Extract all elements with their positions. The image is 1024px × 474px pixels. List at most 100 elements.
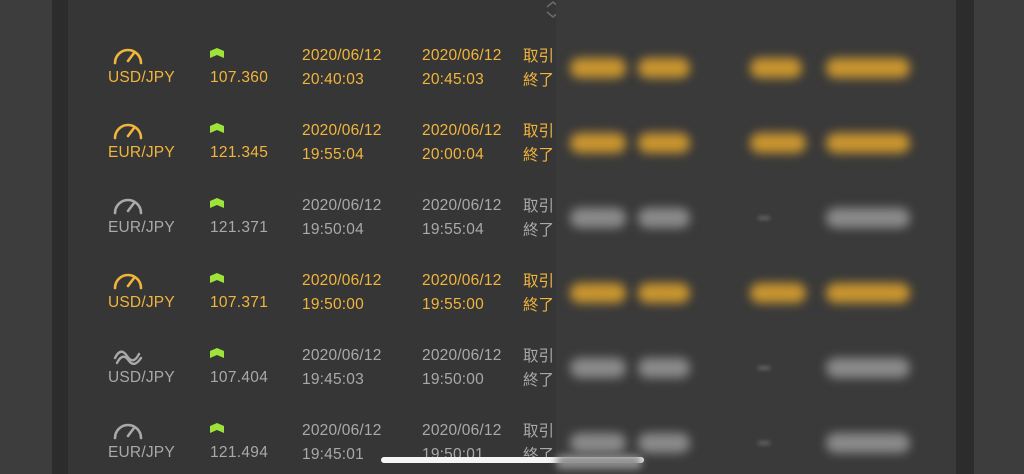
status-line: 取引: [523, 197, 555, 215]
gauge-icon: [113, 198, 143, 215]
status-line: 取引: [523, 122, 555, 140]
gauge-icon: [113, 48, 143, 65]
redacted-value: [750, 58, 802, 78]
end-date: 2020/06/12: [422, 122, 502, 139]
redacted-value: [570, 58, 626, 78]
up-arrow-icon: [210, 198, 224, 208]
start-datetime: 2020/06/12 19:45:01: [302, 419, 382, 467]
redacted-value: [826, 433, 910, 453]
redacted-value: [758, 217, 770, 219]
redacted-value: [638, 433, 690, 453]
start-date: 2020/06/12: [302, 47, 382, 64]
currency-pair: EUR/JPY: [108, 219, 175, 236]
redacted-value: [758, 442, 770, 444]
app-screen: USD/JPY 107.360 2020/06/12 20:40:03 2020…: [0, 0, 1024, 474]
end-date: 2020/06/12: [422, 47, 502, 64]
start-time: 19:50:00: [302, 296, 364, 313]
start-datetime: 2020/06/12 19:50:04: [302, 194, 382, 242]
left-margin: [0, 0, 52, 474]
trade-status: 取引 終了: [523, 44, 557, 92]
redacted-value: [758, 367, 770, 369]
up-arrow-icon: [210, 423, 224, 433]
redacted-value: [570, 358, 626, 378]
start-date: 2020/06/12: [302, 422, 382, 439]
redacted-value: [826, 208, 910, 228]
redacted-value: [826, 58, 910, 78]
end-datetime: 2020/06/12 19:55:04: [422, 194, 502, 242]
end-time: 19:50:00: [422, 371, 484, 388]
redacted-value: [750, 283, 806, 303]
redacted-value: [638, 208, 690, 228]
entry-price: 107.360: [210, 69, 269, 86]
start-time: 19:45:01: [302, 446, 364, 463]
entry-price: 107.404: [210, 369, 269, 386]
trade-status: 取引 終了: [523, 119, 557, 167]
end-time: 19:55:04: [422, 221, 484, 238]
trade-history-list[interactable]: USD/JPY 107.360 2020/06/12 20:40:03 2020…: [68, 0, 956, 474]
status-line: 取引: [523, 347, 555, 365]
start-date: 2020/06/12: [302, 122, 382, 139]
start-date: 2020/06/12: [302, 272, 382, 289]
currency-pair: EUR/JPY: [108, 144, 175, 161]
up-arrow-icon: [210, 123, 224, 133]
entry-price: 121.371: [210, 219, 269, 236]
end-datetime: 2020/06/12 19:55:00: [422, 269, 502, 317]
end-time: 20:00:04: [422, 146, 484, 163]
gauge-icon: [113, 273, 143, 290]
status-line: 終了: [523, 296, 555, 314]
redacted-value: [638, 58, 690, 78]
end-time: 20:45:03: [422, 71, 484, 88]
end-datetime: 2020/06/12 19:50:00: [422, 344, 502, 392]
redacted-value: [570, 283, 626, 303]
trade-status: 取引 終了: [523, 269, 557, 317]
redacted-value: [826, 133, 910, 153]
end-time: 19:55:00: [422, 296, 484, 313]
redacted-value: [638, 283, 690, 303]
status-line: 取引: [523, 422, 555, 440]
start-time: 20:40:03: [302, 71, 364, 88]
trade-status: 取引 終了: [523, 344, 557, 392]
redacted-value: [570, 208, 626, 228]
start-datetime: 2020/06/12 19:45:03: [302, 344, 382, 392]
redacted-value: [826, 283, 910, 303]
status-line: 終了: [523, 371, 555, 389]
end-date: 2020/06/12: [422, 272, 502, 289]
gauge-icon: [113, 423, 143, 440]
end-date: 2020/06/12: [422, 347, 502, 364]
currency-pair: EUR/JPY: [108, 444, 175, 461]
redacted-value: [570, 433, 626, 453]
left-gutter: [52, 0, 68, 474]
start-date: 2020/06/12: [302, 197, 382, 214]
redacted-value: [556, 455, 642, 469]
start-datetime: 2020/06/12 19:55:04: [302, 119, 382, 167]
redacted-value: [638, 133, 690, 153]
redacted-value: [750, 133, 806, 153]
redacted-value: [638, 358, 690, 378]
redacted-value: [570, 133, 626, 153]
end-date: 2020/06/12: [422, 422, 502, 439]
currency-pair: USD/JPY: [108, 294, 175, 311]
up-arrow-icon: [210, 273, 224, 283]
wave-icon: [113, 350, 143, 366]
right-margin: [974, 0, 1024, 474]
up-arrow-icon: [210, 348, 224, 358]
end-time: 19:50:01: [422, 446, 484, 463]
end-date: 2020/06/12: [422, 197, 502, 214]
start-time: 19:45:03: [302, 371, 364, 388]
start-time: 19:50:04: [302, 221, 364, 238]
up-arrow-icon: [210, 48, 224, 58]
entry-price: 121.345: [210, 144, 269, 161]
gauge-icon: [113, 123, 143, 140]
status-line: 終了: [523, 446, 555, 464]
status-line: 終了: [523, 146, 555, 164]
trade-status: 取引 終了: [523, 194, 557, 242]
currency-pair: USD/JPY: [108, 369, 175, 386]
start-datetime: 2020/06/12 19:50:00: [302, 269, 382, 317]
start-time: 19:55:04: [302, 146, 364, 163]
redacted-value: [826, 358, 910, 378]
start-date: 2020/06/12: [302, 347, 382, 364]
entry-price: 107.371: [210, 294, 269, 311]
status-line: 取引: [523, 272, 555, 290]
status-line: 終了: [523, 71, 555, 89]
status-line: 取引: [523, 47, 555, 65]
